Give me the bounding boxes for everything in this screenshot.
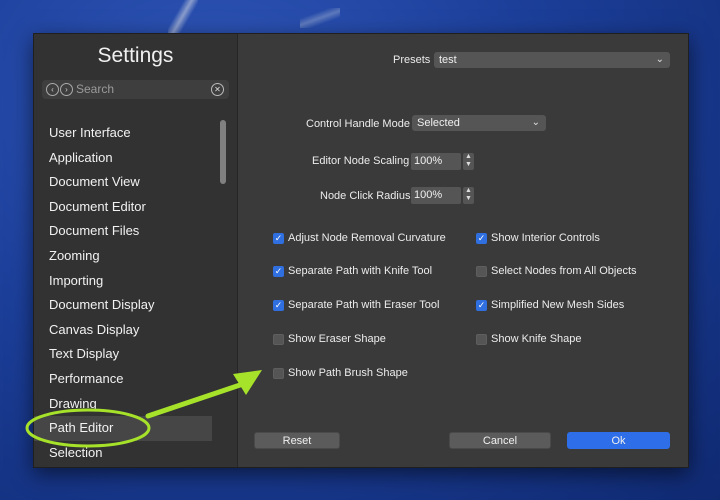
show-eraser-shape-label: Show Eraser Shape bbox=[288, 333, 386, 345]
sidebar-item-selection[interactable]: Selection bbox=[34, 441, 212, 466]
sidebar-item-performance[interactable]: Performance bbox=[34, 367, 212, 392]
separate-knife-label: Separate Path with Knife Tool bbox=[288, 265, 433, 277]
sidebar-item-text-display[interactable]: Text Display bbox=[34, 342, 212, 367]
sidebar-item-document-view[interactable]: Document View bbox=[34, 170, 212, 195]
sidebar-item-document-files[interactable]: Document Files bbox=[34, 219, 212, 244]
editor-node-scaling-label: Editor Node Scaling bbox=[312, 155, 410, 167]
control-handle-mode-label: Control Handle Mode bbox=[306, 118, 410, 130]
show-knife-shape-label: Show Knife Shape bbox=[491, 333, 582, 345]
sidebar-item-application[interactable]: Application bbox=[34, 146, 212, 171]
stepper-icon[interactable]: ▲ ▼ bbox=[463, 153, 474, 170]
adjust-node-removal-label: Adjust Node Removal Curvature bbox=[288, 232, 446, 244]
sidebar-item-importing[interactable]: Importing bbox=[34, 269, 212, 294]
chevron-left-icon[interactable]: ‹ bbox=[46, 83, 59, 96]
clear-icon[interactable]: ✕ bbox=[211, 83, 224, 96]
control-handle-mode-select[interactable]: Selected ⌄ bbox=[412, 115, 546, 131]
sidebar-item-drawing[interactable]: Drawing bbox=[34, 392, 212, 417]
settings-title: Settings bbox=[97, 44, 174, 67]
sidebar-item-path-editor[interactable]: Path Editor bbox=[34, 416, 212, 441]
node-click-radius-label: Node Click Radius bbox=[320, 190, 411, 202]
settings-sidebar: Settings ‹ › Search ✕ User Interface App… bbox=[34, 34, 238, 467]
show-path-brush-shape-checkbox[interactable] bbox=[273, 368, 284, 379]
control-handle-mode-value: Selected bbox=[417, 117, 460, 129]
show-eraser-shape-checkbox[interactable] bbox=[273, 334, 284, 345]
search-field[interactable]: ‹ › Search ✕ bbox=[42, 80, 229, 99]
ok-button[interactable]: Ok bbox=[567, 432, 670, 449]
settings-category-list: User Interface Application Document View… bbox=[34, 121, 212, 465]
sidebar-scrollbar[interactable] bbox=[220, 120, 226, 184]
sidebar-item-document-editor[interactable]: Document Editor bbox=[34, 195, 212, 220]
reset-button[interactable]: Reset bbox=[254, 432, 340, 449]
search-placeholder: Search bbox=[76, 82, 115, 96]
checkmark-icon[interactable]: ✓ bbox=[273, 300, 284, 311]
checkmark-icon[interactable]: ✓ bbox=[273, 233, 284, 244]
sidebar-item-user-interface[interactable]: User Interface bbox=[34, 121, 212, 146]
presets-label: Presets bbox=[393, 54, 431, 66]
path-editor-panel: Presets test ⌄ Control Handle Mode Selec… bbox=[238, 34, 688, 467]
select-nodes-all-checkbox[interactable] bbox=[476, 266, 487, 277]
select-nodes-all-label: Select Nodes from All Objects bbox=[491, 265, 637, 277]
node-click-radius-input[interactable]: 100% bbox=[411, 187, 461, 204]
presets-select[interactable]: test ⌄ bbox=[434, 52, 670, 68]
checkmark-icon[interactable]: ✓ bbox=[273, 266, 284, 277]
presets-value: test bbox=[439, 54, 457, 66]
simplified-mesh-label: Simplified New Mesh Sides bbox=[491, 299, 625, 311]
sidebar-item-zooming[interactable]: Zooming bbox=[34, 244, 212, 269]
show-path-brush-shape-label: Show Path Brush Shape bbox=[288, 367, 408, 379]
stepper-icon[interactable]: ▲ ▼ bbox=[463, 187, 474, 204]
separate-eraser-label: Separate Path with Eraser Tool bbox=[288, 299, 440, 311]
sidebar-item-document-display[interactable]: Document Display bbox=[34, 293, 212, 318]
checkmark-icon[interactable]: ✓ bbox=[476, 300, 487, 311]
chevron-down-icon: ⌄ bbox=[531, 117, 540, 128]
editor-node-scaling-input[interactable]: 100% bbox=[411, 153, 461, 170]
chevron-right-icon[interactable]: › bbox=[60, 83, 73, 96]
settings-window: Settings ‹ › Search ✕ User Interface App… bbox=[33, 33, 689, 468]
chevron-down-icon: ⌄ bbox=[655, 54, 664, 65]
sidebar-item-canvas-display[interactable]: Canvas Display bbox=[34, 318, 212, 343]
show-interior-controls-label: Show Interior Controls bbox=[491, 232, 600, 244]
cancel-button[interactable]: Cancel bbox=[449, 432, 551, 449]
desktop-wallpaper-detail bbox=[300, 8, 340, 28]
checkmark-icon[interactable]: ✓ bbox=[476, 233, 487, 244]
show-knife-shape-checkbox[interactable] bbox=[476, 334, 487, 345]
